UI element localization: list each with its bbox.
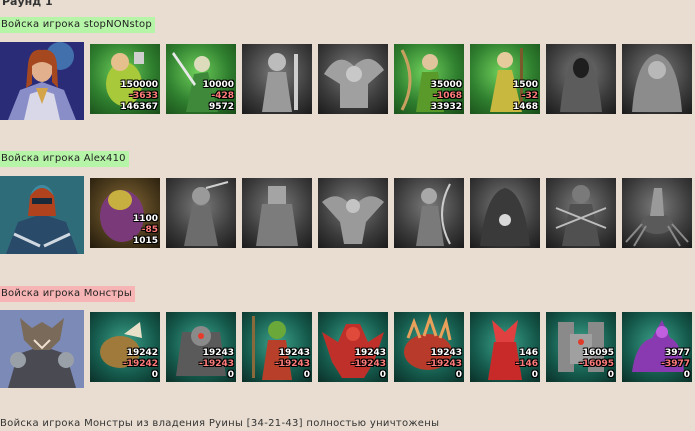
dark-archer-silhouette-icon	[416, 183, 451, 246]
battle-result-text: Войска игрока Монстры из владения Руины …	[0, 418, 440, 429]
unit-remaining: 1468	[512, 102, 538, 112]
unit-remaining: 0	[303, 370, 310, 380]
hero-portrait-alex410[interactable]	[0, 176, 84, 254]
unit-count: 19243	[430, 348, 462, 358]
masked-hero-icon	[0, 176, 84, 254]
unit-loss: -85	[141, 225, 158, 235]
unit-count: 19243	[278, 348, 310, 358]
purple-dragon-icon	[632, 320, 684, 372]
unit-loss: -3977	[661, 359, 690, 369]
unit-count: 16095	[582, 348, 614, 358]
unit-loss: -146	[515, 359, 538, 369]
unit-slot-empty[interactable]	[318, 44, 388, 114]
red-demon-icon	[322, 324, 384, 378]
unit-slot[interactable]: 3977 -3977 0	[622, 312, 692, 382]
unit-loss: -19243	[426, 359, 462, 369]
unit-slot[interactable]: 1500 -32 1468	[470, 44, 540, 114]
unit-slot[interactable]: 19243 -19243 0	[242, 312, 312, 382]
unit-loss: -3633	[129, 91, 158, 101]
unit-count: 19243	[202, 348, 234, 358]
assassin-silhouette-icon	[184, 181, 229, 246]
unit-slot[interactable]: 146 -146 0	[470, 312, 540, 382]
unit-remaining: 1015	[132, 236, 158, 246]
armored-warrior-silhouette-icon	[256, 186, 298, 246]
unit-remaining: 0	[379, 370, 386, 380]
unit-remaining: 0	[531, 370, 538, 380]
unit-loss: -32	[521, 91, 538, 101]
unit-remaining: 0	[607, 370, 614, 380]
unit-slot[interactable]: 19242 -19242 0	[90, 312, 160, 382]
army-label-monsters: Войска игрока Монстры	[0, 286, 135, 302]
unit-remaining: 0	[227, 370, 234, 380]
unit-slot-empty[interactable]	[242, 44, 312, 114]
lizard-beast-icon	[100, 322, 142, 368]
female-hero-icon	[0, 42, 84, 120]
unit-loss: -1068	[433, 91, 462, 101]
unit-loss: -19242	[122, 359, 158, 369]
unit-slot[interactable]: 10000 -428 9572	[166, 44, 236, 114]
unit-slot-empty[interactable]	[546, 178, 616, 248]
unit-slot[interactable]: 16095 -16095 0	[546, 312, 616, 382]
unit-loss: -19243	[198, 359, 234, 369]
hooded-mage-silhouette-icon	[560, 52, 602, 112]
hero-portrait-monsters[interactable]	[0, 310, 84, 388]
unit-count: 1500	[512, 80, 538, 90]
unit-remaining: 146367	[120, 102, 158, 112]
unit-slot-empty[interactable]	[166, 178, 236, 248]
unit-count: 10000	[202, 80, 234, 90]
unit-count: 35000	[430, 80, 462, 90]
unit-count: 1100	[132, 214, 158, 224]
fire-imp-icon	[488, 320, 522, 380]
unit-slot-empty[interactable]	[622, 178, 692, 248]
knight-silhouette-icon	[262, 53, 298, 112]
unit-count: 3977	[664, 348, 690, 358]
griffin-silhouette-icon	[324, 58, 384, 108]
unit-slot[interactable]: 150000 -3633 146367	[90, 44, 160, 114]
unit-slot-empty[interactable]	[394, 178, 464, 248]
unit-slot[interactable]: 19243 -19243 0	[394, 312, 464, 382]
unit-slot[interactable]: 19243 -19243 0	[318, 312, 388, 382]
unit-remaining: 0	[683, 370, 690, 380]
army-label-stopnonstop: Войска игрока stopNONstop	[0, 17, 155, 33]
unit-slot[interactable]: 19243 -19243 0	[166, 312, 236, 382]
unit-remaining: 33932	[430, 102, 462, 112]
unit-slot-empty[interactable]	[470, 178, 540, 248]
unit-slot-empty[interactable]	[546, 44, 616, 114]
unit-slot-empty[interactable]	[242, 178, 312, 248]
fire-beast-icon	[404, 313, 452, 370]
round-title: Раунд 1	[2, 0, 53, 8]
unit-slot-empty[interactable]	[318, 178, 388, 248]
unit-count: 19243	[354, 348, 386, 358]
blade-dancer-silhouette-icon	[555, 185, 607, 246]
unit-slot-empty[interactable]	[622, 44, 692, 114]
armored-ogre-icon	[176, 326, 226, 376]
unit-slot[interactable]: 1100 -85 1015	[90, 178, 160, 248]
ghost-silhouette-icon	[632, 54, 682, 112]
unit-count: 150000	[120, 80, 158, 90]
unit-count: 146	[519, 348, 538, 358]
army-label-alex410: Войска игрока Alex410	[0, 151, 129, 167]
unit-loss: -19243	[274, 359, 310, 369]
werewolf-hero-icon	[0, 310, 84, 388]
unit-loss: -16095	[578, 359, 614, 369]
hero-portrait-stopnonstop[interactable]	[0, 42, 84, 120]
stone-golem-icon	[558, 322, 604, 372]
unit-slot[interactable]: 35000 -1068 33932	[394, 44, 464, 114]
harpy-silhouette-icon	[322, 196, 384, 244]
unit-loss: -428	[211, 91, 234, 101]
unit-count: 19242	[126, 348, 158, 358]
unit-remaining: 0	[151, 370, 158, 380]
unit-remaining: 0	[455, 370, 462, 380]
orc-shaman-icon	[252, 316, 292, 380]
unit-remaining: 9572	[208, 102, 234, 112]
unit-loss: -19243	[350, 359, 386, 369]
warlock-silhouette-icon	[480, 188, 530, 246]
spider-rider-silhouette-icon	[625, 188, 689, 247]
